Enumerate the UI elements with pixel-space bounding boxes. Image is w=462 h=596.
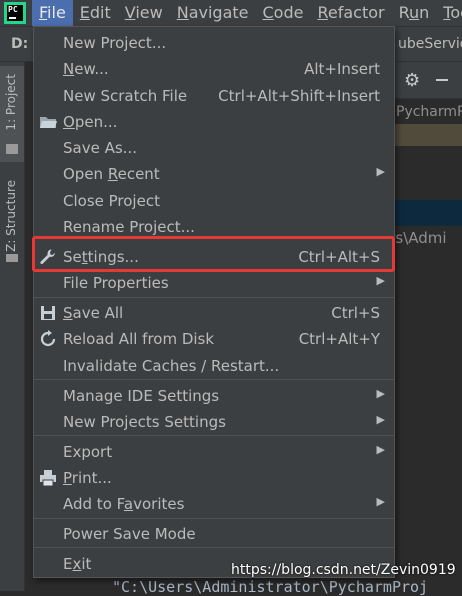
menu-separator	[34, 547, 394, 548]
menu-separator	[34, 379, 394, 380]
menu-item-open-recent[interactable]: Open Recent ▶	[34, 161, 394, 187]
menu-item-save-all[interactable]: Save All Ctrl+S	[34, 300, 394, 326]
menu-item-label: Rename Project...	[63, 218, 195, 236]
menu-separator	[34, 518, 394, 519]
menu-item-add-to-favorites[interactable]: Add to Favorites ▶	[34, 491, 394, 517]
settings-highlight-box	[32, 236, 395, 272]
submenu-arrow-icon: ▶	[376, 387, 385, 400]
menu-item-shortcut: Ctrl+Alt+Y	[298, 330, 380, 348]
menu-item-label: Open...	[63, 113, 118, 131]
menu-file[interactable]: File	[32, 0, 73, 26]
menu-item-shortcut: Alt+Insert	[304, 60, 380, 78]
menu-item-label: Invalidate Caches / Restart...	[63, 357, 280, 375]
menu-item-reload-all[interactable]: Reload All from Disk Ctrl+Alt+Y	[34, 326, 394, 352]
menu-item-export[interactable]: Export ▶	[34, 439, 394, 465]
menu-item-print[interactable]: Print...	[34, 465, 394, 491]
menu-item-new-projects-settings[interactable]: New Projects Settings ▶	[34, 409, 394, 435]
menu-item-label: Power Save Mode	[63, 525, 196, 543]
save-icon	[39, 304, 57, 322]
menu-item-label: Export	[63, 443, 113, 461]
submenu-arrow-icon: ▶	[376, 165, 385, 178]
menu-item-close-project[interactable]: Close Project	[34, 188, 394, 214]
file-menu-dropdown: New Project... New... Alt+Insert New Scr…	[33, 26, 395, 578]
tool-tab-project[interactable]: 1: Project	[0, 66, 24, 162]
printer-icon	[39, 469, 57, 487]
project-root-row[interactable]	[395, 124, 462, 146]
menu-item-invalidate-caches[interactable]: Invalidate Caches / Restart...	[34, 353, 394, 379]
menu-bar: PC File Edit View Navigate Code Refactor…	[0, 0, 462, 27]
tool-tab-structure[interactable]: Z: Structure	[0, 176, 24, 272]
menu-item-new-project[interactable]: New Project...	[34, 30, 394, 56]
menu-item-label: Print...	[63, 469, 112, 487]
submenu-arrow-icon: ▶	[376, 274, 385, 287]
watermark-text: https://blog.csdn.net/Zevin0919	[231, 562, 456, 578]
menu-item-power-save-mode[interactable]: Power Save Mode	[34, 521, 394, 547]
menu-tools[interactable]: Tool	[436, 0, 462, 26]
menu-item-label: New Projects Settings	[63, 413, 226, 431]
menu-item-label: Close Project	[63, 192, 160, 210]
hide-icon[interactable]	[436, 79, 448, 81]
project-toolbar: ⚙	[392, 62, 462, 99]
menu-separator	[34, 297, 394, 298]
folder-icon	[39, 113, 57, 131]
menu-item-new-scratch-file[interactable]: New Scratch File Ctrl+Alt+Shift+Insert	[34, 83, 394, 109]
menu-item-label: New Project...	[63, 34, 167, 52]
pycharm-logo-icon: PC	[4, 2, 26, 24]
menu-edit[interactable]: Edit	[73, 0, 118, 26]
menu-item-label: New...	[63, 60, 109, 78]
menu-item-shortcut: Ctrl+S	[331, 304, 380, 322]
menu-run[interactable]: Run	[392, 0, 437, 26]
folder-icon	[6, 144, 18, 154]
nav-path-segment[interactable]: ubeServic	[398, 36, 462, 52]
menu-separator	[34, 435, 394, 436]
menu-item-label: Reload All from Disk	[63, 330, 215, 348]
menu-code[interactable]: Code	[256, 0, 311, 26]
menu-item-manage-ide-settings[interactable]: Manage IDE Settings ▶	[34, 383, 394, 409]
menu-item-label: File Properties	[63, 274, 169, 292]
menu-item-shortcut: Ctrl+Alt+Shift+Insert	[218, 87, 380, 105]
gear-icon[interactable]: ⚙	[404, 70, 420, 91]
menu-navigate[interactable]: Navigate	[170, 0, 256, 26]
project-name-text: PycharmP	[396, 104, 462, 120]
tool-tab-project-label: 1: Project	[4, 74, 18, 131]
selected-tree-row[interactable]	[395, 200, 462, 226]
console-text: "C:\Users\Administrator\PycharmProj	[112, 578, 429, 596]
menu-item-label: Manage IDE Settings	[63, 387, 220, 405]
nav-drive-label[interactable]: D:	[11, 36, 28, 52]
tool-tab-structure-label: Z: Structure	[4, 180, 18, 252]
reload-icon	[39, 330, 57, 348]
menu-item-file-properties[interactable]: File Properties ▶	[34, 270, 394, 296]
menu-item-label: Exit	[63, 555, 92, 573]
menu-item-label: Add to Favorites	[63, 495, 185, 513]
menu-item-open[interactable]: Open...	[34, 109, 394, 135]
menu-item-new[interactable]: New... Alt+Insert	[34, 56, 394, 82]
menu-refactor[interactable]: Refactor	[310, 0, 391, 26]
submenu-arrow-icon: ▶	[376, 495, 385, 508]
submenu-arrow-icon: ▶	[376, 443, 385, 456]
menu-item-save-as[interactable]: Save As...	[34, 135, 394, 161]
menu-item-label: Open Recent	[63, 165, 160, 183]
structure-icon	[6, 254, 18, 262]
menu-item-label: New Scratch File	[63, 87, 188, 105]
menu-item-label: Save As...	[63, 139, 137, 157]
menu-view[interactable]: View	[118, 0, 170, 26]
menu-item-label: Save All	[63, 304, 124, 322]
submenu-arrow-icon: ▶	[376, 413, 385, 426]
